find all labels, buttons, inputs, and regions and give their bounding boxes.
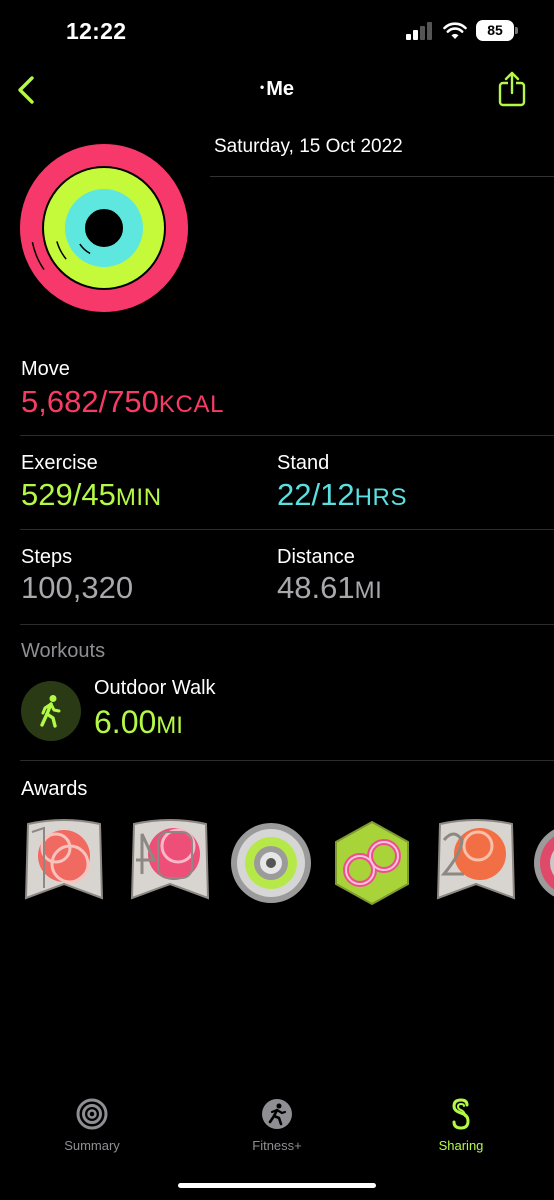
awards-heading: Awards [21, 778, 88, 800]
award-infinity-icon[interactable] [330, 818, 414, 908]
date-divider [210, 176, 554, 177]
stand-number: 22/12 [277, 477, 355, 512]
tab-summary-label: Summary [64, 1138, 120, 1153]
move-label: Move [21, 358, 70, 380]
divider [20, 760, 554, 761]
tab-bar: Summary Fitness+ Sharing [0, 1098, 554, 1168]
divider [20, 624, 554, 625]
steps-label: Steps [21, 546, 73, 568]
distance-unit: MI [354, 577, 383, 604]
fitness-plus-icon [262, 1099, 292, 1129]
tab-sharing[interactable]: Sharing [401, 1098, 521, 1153]
activity-screen: 12:22 85 • Me Saturday, 15 Oct 2022 Move… [0, 0, 554, 1200]
page-title: • Me [0, 78, 554, 101]
award-badge-30-icon[interactable] [22, 818, 106, 908]
stand-label: Stand [277, 452, 330, 474]
title-dot: • [260, 80, 265, 94]
exercise-unit: MIN [115, 484, 162, 511]
award-partial-icon[interactable] [532, 818, 554, 908]
status-time: 12:22 [66, 18, 127, 44]
distance-label: Distance [277, 546, 355, 568]
award-ring-icon[interactable] [229, 818, 313, 908]
stand-unit: HRS [354, 484, 408, 511]
exercise-value: 529/45MIN [21, 477, 162, 513]
stand-value: 22/12HRS [277, 477, 407, 513]
workout-title[interactable]: Outdoor Walk [94, 677, 216, 700]
tab-fitness-plus-label: Fitness+ [252, 1138, 302, 1153]
steps-value: 100,320 [21, 570, 134, 605]
workout-distance-unit: MI [156, 712, 183, 739]
award-badge-40-icon[interactable] [128, 818, 212, 908]
divider [20, 435, 554, 436]
move-number: 5,682/750 [21, 384, 159, 419]
distance-value: 48.61MI [277, 570, 382, 606]
walk-icon[interactable] [21, 681, 81, 741]
tab-sharing-label: Sharing [438, 1138, 484, 1153]
cellular-signal-icon [406, 21, 432, 40]
exercise-number: 529/45 [21, 477, 116, 512]
award-badge-20-icon[interactable] [434, 818, 518, 908]
share-icon[interactable] [496, 70, 528, 108]
workout-distance-number: 6.00 [94, 704, 157, 740]
summary-date: Saturday, 15 Oct 2022 [214, 136, 403, 157]
battery-level: 85 [476, 20, 514, 41]
tab-summary[interactable]: Summary [32, 1098, 152, 1153]
activity-rings-icon[interactable] [20, 144, 188, 312]
workouts-heading: Workouts [21, 640, 106, 662]
home-indicator[interactable] [178, 1183, 376, 1188]
distance-number: 48.61 [277, 570, 355, 605]
page-title-text: Me [266, 78, 294, 100]
workout-distance: 6.00MI [94, 704, 183, 741]
status-icons: 85 [406, 20, 518, 41]
summary-rings-icon [76, 1098, 108, 1130]
battery-indicator: 85 [476, 20, 518, 41]
sharing-icon [452, 1098, 470, 1130]
move-value: 5,682/750KCAL [21, 384, 224, 420]
move-unit: KCAL [158, 391, 225, 418]
tab-fitness-plus[interactable]: Fitness+ [217, 1098, 337, 1153]
exercise-label: Exercise [21, 452, 98, 474]
wifi-icon [443, 21, 467, 39]
divider [20, 529, 554, 530]
